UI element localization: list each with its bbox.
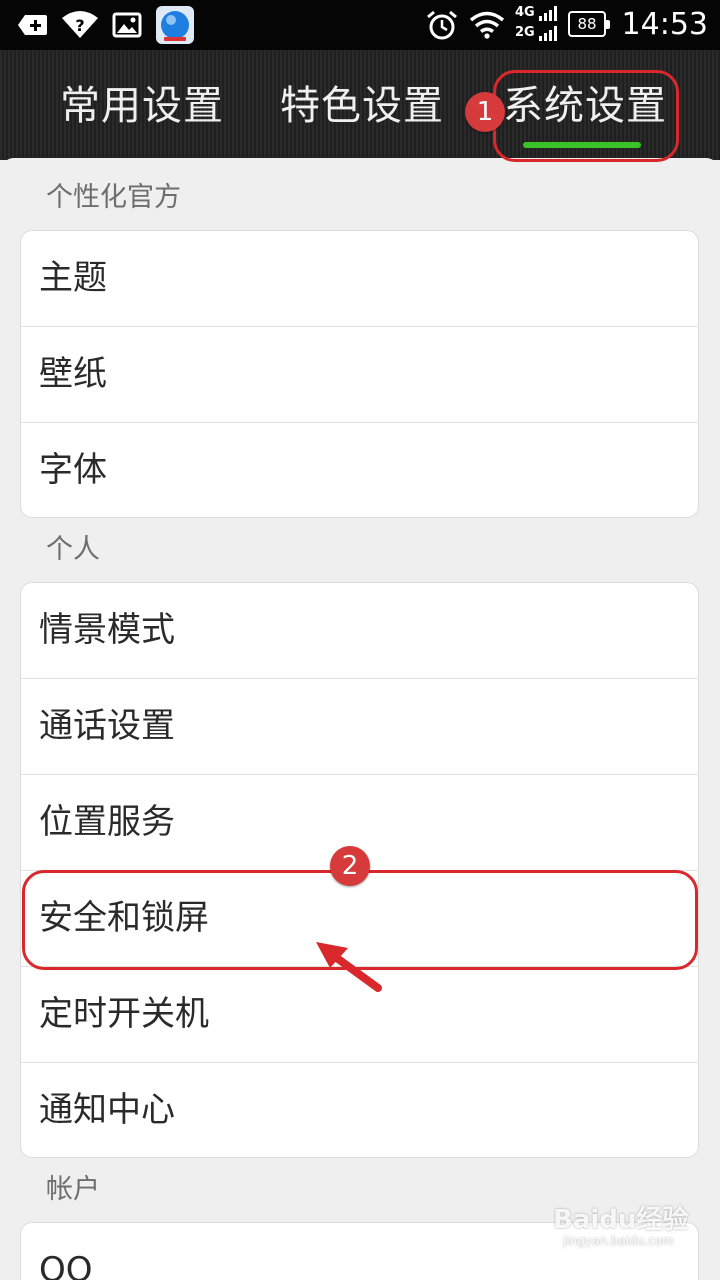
section-header-accounts: 帐户 (46, 1174, 100, 1205)
list-item-label: 壁纸 (39, 354, 107, 394)
settings-list: 个性化官方 主题 壁纸 字体 个人 情景模式 通话设置 位置服务 安全和锁屏 定… (0, 158, 720, 1280)
list-item-label: 情景模式 (39, 610, 175, 650)
network-type-bottom: 2G (515, 25, 535, 40)
watermark-logo: Baidu经验 (553, 1205, 689, 1235)
tab-featured-settings[interactable]: 特色设置 (280, 80, 444, 132)
section-header-personalization: 个性化官方 (46, 182, 181, 213)
list-item-theme[interactable]: 主题 (21, 231, 698, 327)
settings-screen: ? 4G 2G 88 14:53 常用设置 特色设置 系统设置 个性化官方 主题… (0, 0, 720, 1280)
image-icon (110, 8, 144, 42)
battery-indicator: 88 (568, 11, 610, 37)
list-item-label: 通话设置 (39, 706, 175, 746)
list-item-label: 字体 (39, 450, 107, 490)
list-item-scene-mode[interactable]: 情景模式 (21, 583, 698, 679)
network-type-top: 4G (515, 5, 535, 20)
status-time: 14:53 (621, 7, 708, 42)
add-icon (16, 8, 50, 42)
annotation-highlight-system-tab (493, 70, 679, 162)
list-item-label: QQ (39, 1250, 93, 1280)
alarm-icon (424, 8, 460, 42)
svg-text:?: ? (75, 16, 84, 35)
list-item-label: 主题 (39, 258, 107, 298)
browser-app-icon (156, 6, 194, 44)
wifi-icon (468, 8, 506, 42)
annotation-arrow-icon (316, 942, 382, 992)
annotation-badge-1: 1 (465, 92, 505, 132)
list-item-call-settings[interactable]: 通话设置 (21, 679, 698, 775)
list-item-label: 通知中心 (39, 1090, 175, 1130)
signal-icon (538, 4, 562, 44)
watermark: Baidu经验 jingyan.baidu.com (553, 1206, 688, 1248)
wifi-help-icon: ? (60, 8, 100, 42)
list-item-notification-center[interactable]: 通知中心 (21, 1063, 698, 1157)
list-item-label: 位置服务 (39, 802, 175, 842)
tab-common-settings[interactable]: 常用设置 (60, 80, 224, 132)
annotation-badge-2: 2 (330, 846, 370, 886)
watermark-url: jingyan.baidu.com (563, 1234, 674, 1248)
list-item-font[interactable]: 字体 (21, 423, 698, 517)
card-personalization: 主题 壁纸 字体 (20, 230, 699, 518)
list-item-wallpaper[interactable]: 壁纸 (21, 327, 698, 423)
section-header-personal: 个人 (46, 534, 100, 565)
status-bar: ? 4G 2G 88 14:53 (0, 0, 720, 50)
list-item-label: 定时开关机 (39, 994, 209, 1034)
